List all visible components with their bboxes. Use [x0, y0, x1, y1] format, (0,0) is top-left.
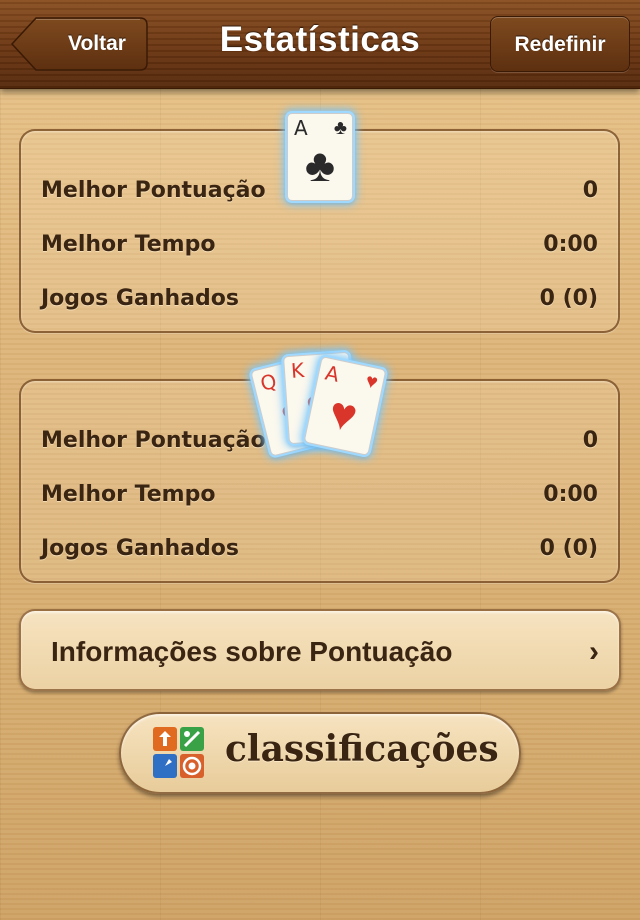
gc-quadrant-blue: [153, 754, 177, 778]
stats-row-games-won: Jogos Ganhados 0 (0): [41, 286, 598, 316]
stats-label: Melhor Pontuação: [41, 428, 266, 453]
gc-quadrant-target: [180, 754, 204, 778]
three-card-fan-hearts-icon: Q ♥ K ♥ A ♥ ♥: [250, 351, 388, 462]
gc-quadrant-green: [180, 727, 204, 751]
stats-row-games-won: Jogos Ganhados 0 (0): [41, 536, 598, 566]
chevron-right-icon: ›: [589, 635, 599, 668]
stats-value: 0:00: [543, 482, 598, 507]
gc-quadrant-orange: [153, 727, 177, 751]
stats-value: 0:00: [543, 232, 598, 257]
stats-row-best-time: Melhor Tempo 0:00: [41, 482, 598, 512]
stats-label: Jogos Ganhados: [41, 536, 239, 561]
card-rank: K: [290, 357, 305, 383]
reset-button[interactable]: Redefinir: [490, 16, 630, 72]
leaderboards-button[interactable]: classificações: [119, 712, 521, 794]
stats-label: Melhor Pontuação: [41, 178, 266, 203]
leaderboards-label: classificações: [225, 728, 499, 770]
scoring-info-label: Informações sobre Pontuação: [51, 636, 453, 667]
stats-label: Melhor Tempo: [41, 482, 216, 507]
stats-value: 0 (0): [539, 286, 598, 311]
stats-label: Melhor Tempo: [41, 232, 216, 257]
navigation-bar: Voltar Estatísticas Redefinir: [0, 0, 640, 89]
game-center-icon: [153, 727, 205, 779]
scoring-info-button[interactable]: Informações sobre Pontuação ›: [19, 609, 621, 691]
card-suit-small: ♥: [363, 370, 380, 395]
card-suit-small: ♣: [333, 117, 347, 139]
stats-value: 0: [582, 428, 598, 453]
stats-row-best-time: Melhor Tempo 0:00: [41, 232, 598, 262]
card-suit-large: ♣: [304, 139, 336, 191]
stats-label: Jogos Ganhados: [41, 286, 239, 311]
card-rank: A: [323, 360, 342, 387]
stats-value: 0 (0): [539, 536, 598, 561]
stats-value: 0: [582, 178, 598, 203]
single-ace-of-clubs-icon: A ♣ ♣: [287, 113, 353, 201]
card-rank: A: [294, 116, 308, 140]
